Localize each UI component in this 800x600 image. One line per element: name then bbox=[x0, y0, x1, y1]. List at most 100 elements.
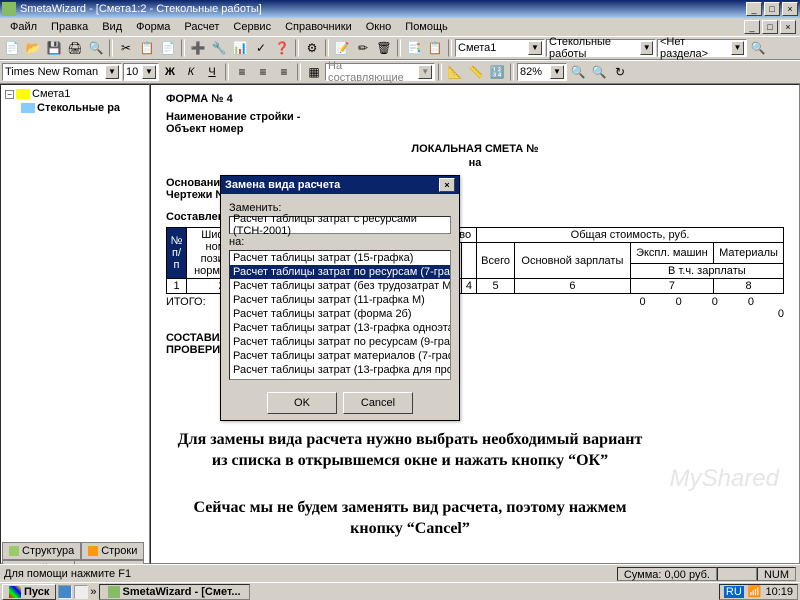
list-item[interactable]: Расчет таблицы затрат (15-графка) bbox=[230, 251, 450, 265]
tool-icon[interactable]: 📋 bbox=[425, 38, 445, 58]
minimize-button[interactable]: _ bbox=[746, 2, 762, 16]
tool-icon[interactable]: 🔍 bbox=[748, 38, 768, 58]
italic-icon[interactable]: К bbox=[181, 62, 201, 82]
tree-label: Стекольные ра bbox=[37, 102, 120, 114]
tool-icon[interactable]: 🗑 bbox=[374, 38, 394, 58]
tool-icon[interactable]: 📑 bbox=[404, 38, 424, 58]
list-item[interactable]: Расчет таблицы затрат материалов (7-граф… bbox=[230, 349, 450, 363]
save-icon[interactable]: 💾 bbox=[44, 38, 64, 58]
dialog-close-button[interactable]: × bbox=[439, 178, 455, 192]
toolbar-1: 📄 📂 💾 🖨 🔍 ✂ 📋 📄 ➕ 🔧 📊 ✓ ❓ ⚙ 📝 ✏ 🗑 📑 📋 См… bbox=[0, 36, 800, 60]
underline-icon[interactable]: Ч bbox=[202, 62, 222, 82]
list-item[interactable]: Расчет таблицы затрат по ресурсам (7-гра… bbox=[230, 265, 450, 279]
caption-1: Для замены вида расчета нужно выбрать не… bbox=[170, 430, 650, 472]
menu-calc[interactable]: Расчет bbox=[178, 20, 225, 34]
tool-icon[interactable]: ✏ bbox=[353, 38, 373, 58]
zero: 0 bbox=[748, 296, 784, 308]
child-close-button[interactable]: × bbox=[780, 20, 796, 34]
menu-window[interactable]: Окно bbox=[360, 20, 398, 34]
tool-icon[interactable]: ✓ bbox=[251, 38, 271, 58]
quick-expand[interactable]: » bbox=[90, 586, 96, 598]
list-item[interactable]: Расчет таблицы затрат (без трудозатрат М… bbox=[230, 279, 450, 293]
label-with: на: bbox=[229, 236, 451, 248]
border-icon[interactable]: ▦ bbox=[304, 62, 324, 82]
collapse-icon[interactable]: − bbox=[5, 90, 14, 99]
tab-rows[interactable]: Строки bbox=[81, 542, 144, 560]
combo-works[interactable]: Стекольные работы▼ bbox=[546, 39, 656, 57]
doc-title: ЛОКАЛЬНАЯ СМЕТА № bbox=[166, 143, 784, 155]
align-left-icon[interactable]: ≡ bbox=[232, 62, 252, 82]
clock[interactable]: 10:19 bbox=[765, 586, 793, 598]
align-center-icon[interactable]: ≡ bbox=[253, 62, 273, 82]
menu-refs[interactable]: Справочники bbox=[279, 20, 358, 34]
tool-icon[interactable]: 🔢 bbox=[487, 62, 507, 82]
menu-edit[interactable]: Правка bbox=[45, 20, 94, 34]
quick-ie-icon[interactable] bbox=[58, 585, 72, 599]
ok-button[interactable]: OK bbox=[267, 392, 337, 414]
new-icon[interactable]: 📄 bbox=[2, 38, 22, 58]
fontsize-combo[interactable]: 10▼ bbox=[123, 63, 159, 81]
cut-icon[interactable]: ✂ bbox=[116, 38, 136, 58]
tool-icon[interactable]: 📏 bbox=[466, 62, 486, 82]
font-combo[interactable]: Times New Roman▼ bbox=[2, 63, 122, 81]
combo-smeta[interactable]: Смета1▼ bbox=[455, 39, 545, 57]
status-sum: Сумма: 0,00 руб. bbox=[617, 567, 717, 581]
tool-icon[interactable]: ❓ bbox=[272, 38, 292, 58]
menu-form[interactable]: Форма bbox=[130, 20, 176, 34]
bold-icon[interactable]: Ж bbox=[160, 62, 180, 82]
tool-icon[interactable]: 🔧 bbox=[209, 38, 229, 58]
tool-icon[interactable]: 📊 bbox=[230, 38, 250, 58]
align-right-icon[interactable]: ≡ bbox=[274, 62, 294, 82]
options-listbox[interactable]: Расчет таблицы затрат (15-графка) Расчет… bbox=[229, 250, 451, 380]
list-item[interactable]: Расчет таблицы затрат (13-графка для про… bbox=[230, 363, 450, 377]
tree-panel: − Смета1 Стекольные ра bbox=[0, 84, 150, 564]
replace-field[interactable]: Расчет таблицы затрат с ресурсами (ТСН-2… bbox=[229, 216, 451, 234]
menu-file[interactable]: Файл bbox=[4, 20, 43, 34]
refresh-icon[interactable]: ↻ bbox=[610, 62, 630, 82]
taskbar-app[interactable]: SmetaWizard - [Смет... bbox=[99, 584, 250, 600]
paste-icon[interactable]: 📄 bbox=[158, 38, 178, 58]
tool-icon[interactable]: ⚙ bbox=[302, 38, 322, 58]
components-combo[interactable]: На составляющие▼ bbox=[325, 63, 435, 81]
copy-icon[interactable]: 📋 bbox=[137, 38, 157, 58]
combo-section[interactable]: <Нет раздела>▼ bbox=[657, 39, 747, 57]
list-item[interactable]: Расчет таблицы затрат (13-графка одноэта… bbox=[230, 321, 450, 335]
tree-child[interactable]: Стекольные ра bbox=[3, 101, 147, 115]
quick-desktop-icon[interactable] bbox=[74, 585, 88, 599]
list-item[interactable]: Расчет таблицы затрат с оборудованием (1… bbox=[230, 377, 450, 380]
list-item[interactable]: Расчет таблицы затрат по ресурсам (9-гра… bbox=[230, 335, 450, 349]
cancel-button[interactable]: Cancel bbox=[343, 392, 413, 414]
doc-na: на bbox=[166, 157, 784, 169]
separator bbox=[297, 63, 301, 81]
list-item[interactable]: Расчет таблицы затрат (форма 2б) bbox=[230, 307, 450, 321]
print-icon[interactable]: 🖨 bbox=[65, 38, 85, 58]
child-minimize-button[interactable]: _ bbox=[744, 20, 760, 34]
tool-icon[interactable]: 📐 bbox=[445, 62, 465, 82]
zoom-out-icon[interactable]: 🔍 bbox=[589, 62, 609, 82]
preview-icon[interactable]: 🔍 bbox=[86, 38, 106, 58]
menu-service[interactable]: Сервис bbox=[227, 20, 277, 34]
tree-root[interactable]: − Смета1 bbox=[3, 87, 147, 101]
doc-forma: ФОРМА № 4 bbox=[166, 93, 233, 105]
zoom-combo[interactable]: 82%▼ bbox=[517, 63, 567, 81]
taskbar: Пуск » SmetaWizard - [Смет... RU 📶 10:19 bbox=[0, 582, 800, 600]
open-icon[interactable]: 📂 bbox=[23, 38, 43, 58]
menu-help[interactable]: Помощь bbox=[399, 20, 454, 34]
tool-icon[interactable]: ➕ bbox=[188, 38, 208, 58]
caption-2: Сейчас мы не будем заменять вид расчета,… bbox=[170, 498, 650, 540]
sostavil: СОСТАВИЛ bbox=[166, 332, 227, 344]
lang-indicator[interactable]: RU bbox=[724, 586, 744, 598]
tool-icon[interactable]: 📝 bbox=[332, 38, 352, 58]
menu-view[interactable]: Вид bbox=[96, 20, 128, 34]
close-button[interactable]: × bbox=[782, 2, 798, 16]
start-button[interactable]: Пуск bbox=[2, 584, 56, 600]
list-item[interactable]: Расчет таблицы затрат (11-графка М) bbox=[230, 293, 450, 307]
app-icon bbox=[2, 2, 16, 16]
separator bbox=[325, 39, 329, 57]
separator bbox=[438, 63, 442, 81]
tab-structure[interactable]: Структура bbox=[2, 542, 81, 560]
child-maximize-button[interactable]: □ bbox=[762, 20, 778, 34]
tray-icon[interactable]: 📶 bbox=[748, 585, 762, 598]
maximize-button[interactable]: □ bbox=[764, 2, 780, 16]
zoom-in-icon[interactable]: 🔍 bbox=[568, 62, 588, 82]
